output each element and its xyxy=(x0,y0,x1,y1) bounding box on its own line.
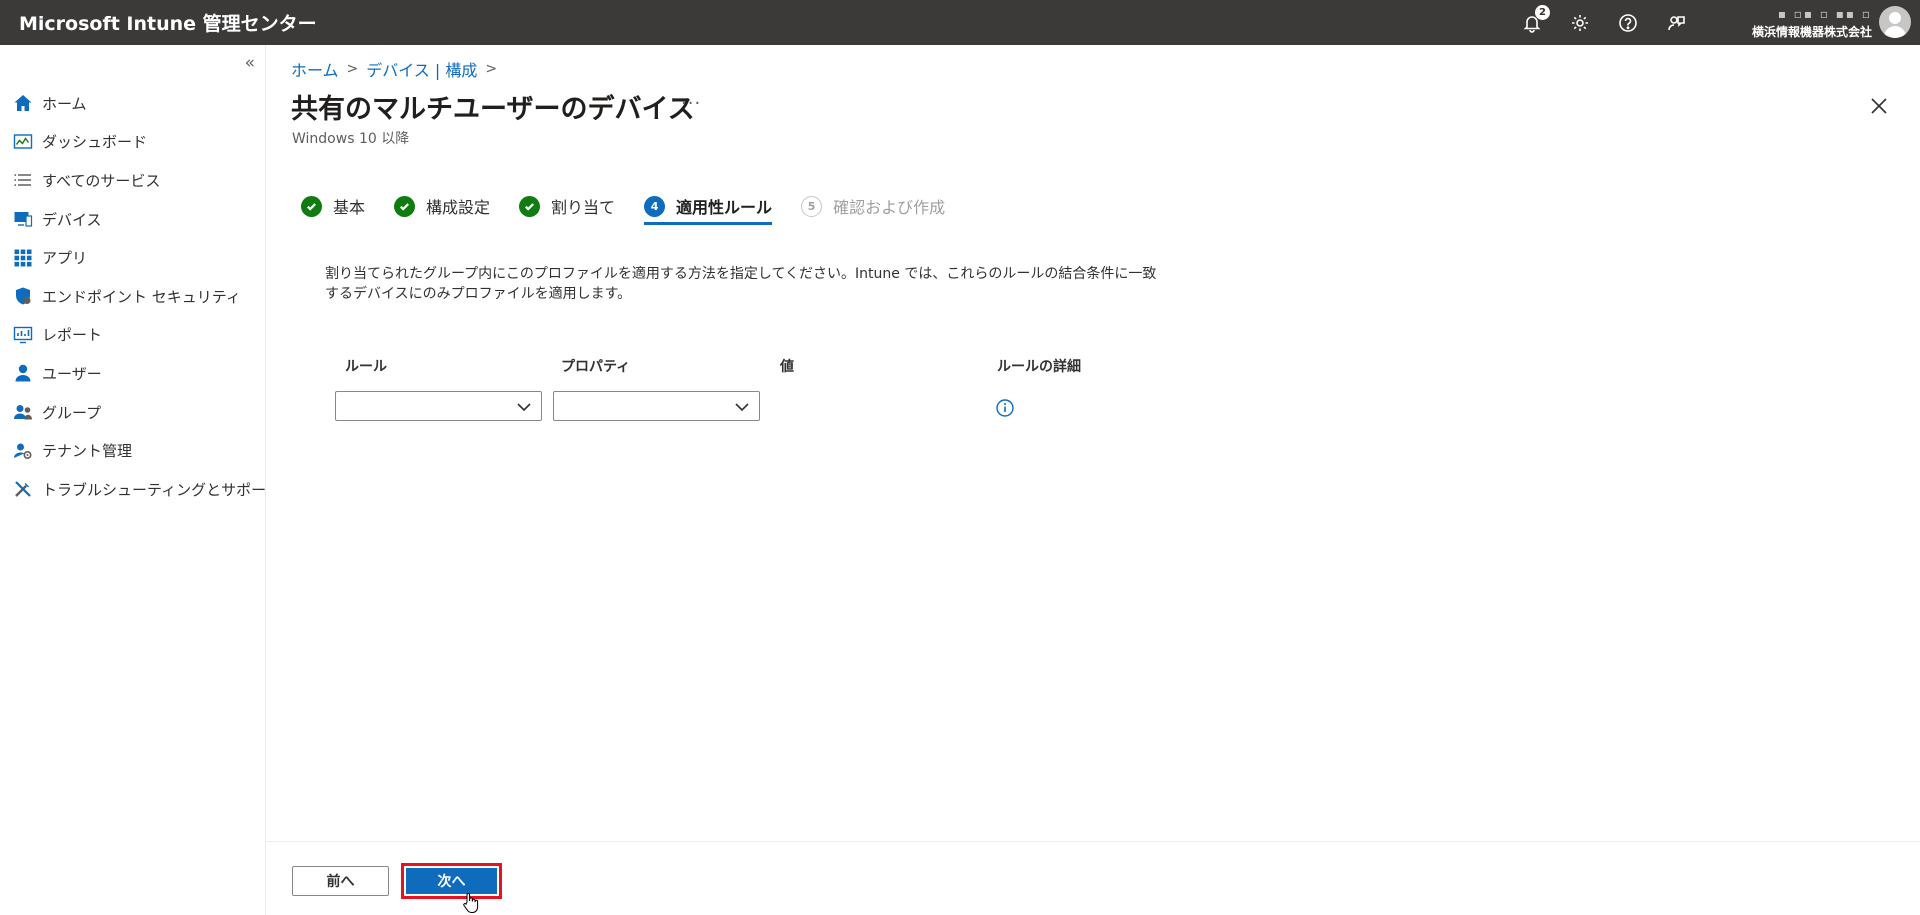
check-icon xyxy=(519,195,541,217)
feedback-icon[interactable] xyxy=(1664,11,1688,35)
main-panel: ホーム > デバイス | 構成 > 共有のマルチユーザーのデバイス ··· Wi… xyxy=(266,45,1920,915)
sidebar-item-label: ユーザー xyxy=(42,364,102,383)
step-review-create[interactable]: 5 確認および作成 xyxy=(801,190,945,222)
account-info[interactable]: ▪ ▫▪ ▫ ▪▪ ▫ 横浜情報機器株式会社 xyxy=(1702,4,1872,42)
step-assignments[interactable]: 割り当て xyxy=(519,190,615,222)
breadcrumb: ホーム > デバイス | 構成 > xyxy=(291,57,505,81)
close-icon[interactable] xyxy=(1870,97,1890,117)
tenant-admin-icon xyxy=(13,441,33,461)
column-header-property: プロパティ xyxy=(561,359,631,375)
sidebar-item-home[interactable]: ホーム xyxy=(0,84,265,123)
step-label: 構成設定 xyxy=(426,198,491,217)
hand-cursor-icon xyxy=(463,893,479,913)
sidebar: « ホーム ダッシュボード すべてのサービス デバイス アプリ エンドポイント … xyxy=(0,45,281,915)
help-icon[interactable] xyxy=(1616,11,1640,35)
step-label: 確認および作成 xyxy=(833,198,946,217)
property-dropdown[interactable] xyxy=(553,391,760,421)
account-org: 横浜情報機器株式会社 xyxy=(1751,25,1872,39)
chevron-down-icon xyxy=(734,399,750,415)
sidebar-item-label: テナント管理 xyxy=(42,442,133,461)
sidebar-item-label: トラブルシューティングとサポート xyxy=(42,480,282,499)
sidebar-item-label: ダッシュボード xyxy=(42,133,148,152)
step-number: 4 xyxy=(644,195,666,217)
list-icon xyxy=(13,170,33,190)
sidebar-item-label: アプリ xyxy=(42,249,88,268)
sidebar-item-devices[interactable]: デバイス xyxy=(0,200,265,239)
check-icon xyxy=(394,195,416,217)
dashboard-icon xyxy=(13,132,33,152)
bell-icon[interactable]: 2 xyxy=(1520,4,1550,35)
sidebar-item-label: レポート xyxy=(42,326,103,345)
notification-badge: 2 xyxy=(1535,4,1550,20)
chevron-down-icon xyxy=(516,399,532,415)
sidebar-item-endpoint-security[interactable]: エンドポイント セキュリティ xyxy=(0,277,265,316)
check-icon xyxy=(301,195,322,217)
sidebar-item-reports[interactable]: レポート xyxy=(0,316,265,355)
step-label: 割り当て xyxy=(551,198,616,217)
sidebar-item-label: エンドポイント セキュリティ xyxy=(42,287,241,306)
sidebar-item-groups[interactable]: グループ xyxy=(0,393,265,432)
step-applicability-rules[interactable]: 4 適用性ルール xyxy=(644,190,773,225)
troubleshoot-icon xyxy=(13,479,33,499)
sidebar-item-troubleshooting[interactable]: トラブルシューティングとサポート xyxy=(0,470,281,509)
wizard-steps: 基本 構成設定 割り当て 4 適用性ルール 5 確認および作成 xyxy=(301,190,974,225)
page-subtitle: Windows 10 以降 xyxy=(292,131,410,147)
home-icon xyxy=(13,93,33,113)
applicability-description: 割り当てられたグループ内にこのプロファイルを適用する方法を指定してください。In… xyxy=(325,266,1157,302)
rule-dropdown[interactable] xyxy=(335,391,542,421)
sidebar-item-label: ホーム xyxy=(42,94,87,113)
breadcrumb-separator: > xyxy=(485,61,498,77)
reports-icon xyxy=(13,325,33,345)
account-name: ▪ ▫▪ ▫ ▪▪ ▫ xyxy=(1777,7,1872,21)
footer-bar: 前へ 次へ xyxy=(266,841,1920,915)
previous-button[interactable]: 前へ xyxy=(292,866,389,896)
sidebar-item-label: グループ xyxy=(42,403,102,422)
gear-icon[interactable] xyxy=(1568,11,1592,35)
sidebar-item-all-services[interactable]: すべてのサービス xyxy=(0,161,265,200)
next-button-highlight: 次へ xyxy=(401,863,502,899)
devices-icon xyxy=(13,209,33,229)
more-options-button[interactable]: ··· xyxy=(681,93,701,114)
step-basics[interactable]: 基本 xyxy=(301,190,365,222)
group-icon xyxy=(13,402,33,422)
top-icons: 2 xyxy=(1520,0,1688,45)
sidebar-item-dashboard[interactable]: ダッシュボード xyxy=(0,123,265,162)
step-configuration-settings[interactable]: 構成設定 xyxy=(394,190,490,222)
breadcrumb-home[interactable]: ホーム xyxy=(291,57,339,81)
apps-icon xyxy=(13,248,33,268)
shield-icon xyxy=(13,286,33,306)
step-label: 基本 xyxy=(333,198,366,217)
breadcrumb-separator: > xyxy=(346,61,359,77)
sidebar-nav: ホーム ダッシュボード すべてのサービス デバイス アプリ エンドポイント セキ… xyxy=(0,84,281,509)
breadcrumb-devices-config[interactable]: デバイス | 構成 xyxy=(366,57,477,81)
sidebar-item-users[interactable]: ユーザー xyxy=(0,354,265,393)
collapse-sidebar-button[interactable]: « xyxy=(245,53,255,73)
step-label: 適用性ルール xyxy=(676,198,773,217)
avatar[interactable] xyxy=(1879,6,1911,38)
info-icon[interactable] xyxy=(995,398,1015,418)
app-title[interactable]: Microsoft Intune 管理センター xyxy=(19,9,317,36)
column-header-value: 値 xyxy=(780,359,794,375)
next-button[interactable]: 次へ xyxy=(406,868,497,894)
sidebar-item-label: すべてのサービス xyxy=(42,171,161,190)
column-header-rule: ルール xyxy=(345,359,387,375)
sidebar-item-apps[interactable]: アプリ xyxy=(0,238,265,277)
user-icon xyxy=(13,363,33,383)
sidebar-item-tenant-admin[interactable]: テナント管理 xyxy=(0,431,265,470)
column-header-rule-details: ルールの詳細 xyxy=(997,359,1081,375)
step-number: 5 xyxy=(801,195,823,217)
page-title: 共有のマルチユーザーのデバイス xyxy=(291,94,695,125)
top-bar: Microsoft Intune 管理センター 2 ▪ ▫▪ ▫ ▪▪ ▫ 横浜… xyxy=(0,0,1920,45)
sidebar-item-label: デバイス xyxy=(42,210,102,229)
